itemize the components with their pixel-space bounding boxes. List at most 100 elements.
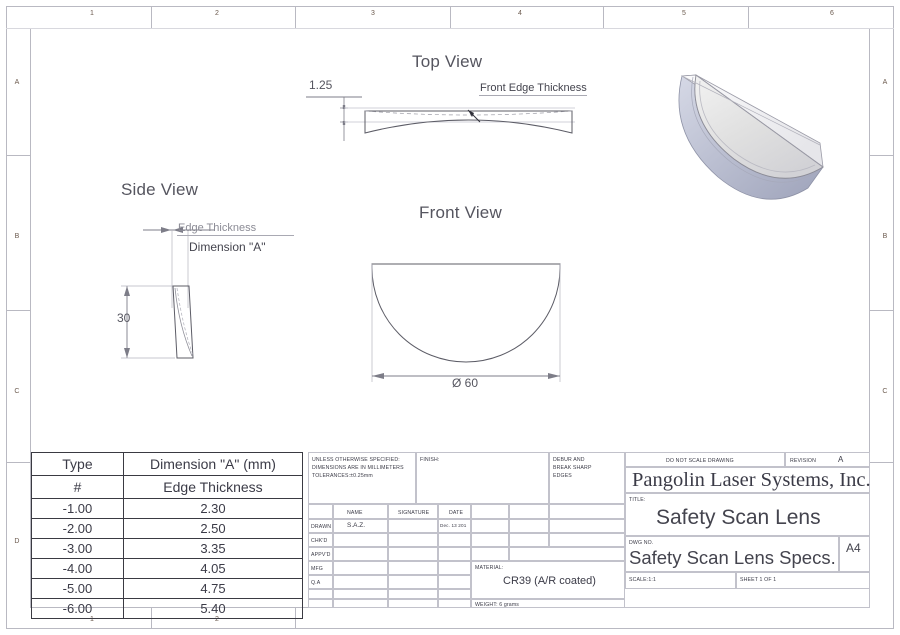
table-row: -5.00 4.75 — [31, 578, 304, 599]
drawn-name-value: S.A.Z. — [347, 522, 366, 529]
grid-row-chkd-date — [438, 533, 471, 547]
grid-row-chkd-name — [333, 533, 388, 547]
side-view-title: Side View — [121, 180, 199, 199]
grid-row-appvd-date — [438, 547, 471, 561]
table-row: -2.00 2.50 — [31, 518, 304, 539]
material-value: CR39 (A/R coated) — [503, 575, 596, 587]
edge-thickness-label: Edge Thickness — [178, 222, 257, 234]
side-view-height-dim: 30 — [117, 311, 131, 325]
drawn-date-value: Dec. 13 201 — [440, 523, 467, 528]
zone-right-b: B — [882, 233, 888, 240]
drawing-sheet: 1 2 3 4 5 6 1 2 A B C D A B C Top View 1… — [0, 0, 900, 635]
company-name: Pangolin Laser Systems, Inc. — [632, 469, 871, 491]
revision-value: A — [838, 455, 844, 464]
table-row: -6.00 5.40 — [31, 598, 304, 619]
table-header-dimension-a: Dimension "A" (mm) — [122, 452, 304, 476]
zone-right-c: C — [882, 388, 888, 395]
grid-row-chkd-blank-2 — [509, 533, 549, 547]
grid-header-name-label: NAME — [347, 510, 363, 516]
grid-row-empty-2c — [388, 599, 438, 608]
sheet-of-label: SHEET 1 OF 1 — [740, 577, 777, 583]
grid-row-chkd-signature — [388, 533, 438, 547]
dimension-a-label: Dimension "A" — [189, 240, 266, 254]
zone-tick-left-2 — [6, 310, 30, 311]
table-cell-value: 4.05 — [122, 558, 304, 579]
grid-row-empty-2b — [333, 599, 388, 608]
grid-row-drawn-blank-2 — [509, 519, 549, 533]
table-cell-type: -4.00 — [31, 558, 124, 579]
grid-row-drawn-label: DRAWN — [311, 524, 332, 530]
zone-left-b: B — [14, 233, 20, 240]
table-cell-value: 3.35 — [122, 538, 304, 559]
grid-row-drawn-blank-3 — [549, 519, 625, 533]
grid-row-empty-1c — [388, 589, 438, 599]
grid-row-empty-2d — [438, 599, 471, 608]
revision-label: REVISION — [790, 458, 816, 464]
table-cell-value: 4.75 — [122, 578, 304, 599]
zone-tick-top-3 — [450, 7, 451, 28]
grid-row-chkd-blank-1 — [471, 533, 509, 547]
table-header-type: Type — [31, 452, 124, 476]
zone-top-1: 1 — [89, 10, 95, 17]
zone-tick-right-2 — [870, 310, 894, 311]
front-view-diameter-dim: Ø 60 — [452, 376, 479, 390]
zone-top-3: 3 — [370, 10, 376, 17]
grid-row-drawn-signature — [388, 519, 438, 533]
debur-line-3: EDGES — [553, 473, 572, 479]
grid-row-appvd-name — [333, 547, 388, 561]
edge-thickness-underline — [177, 235, 294, 236]
table-cell-value: 5.40 — [122, 598, 304, 619]
zone-tick-right-3 — [870, 462, 894, 463]
zone-band-top-line — [6, 28, 894, 29]
grid-row-mfg-date — [438, 561, 471, 575]
table-row: -4.00 4.05 — [31, 558, 304, 579]
table-header-row: Type Dimension "A" (mm) — [31, 452, 304, 476]
grid-row-drawn-blank-1 — [471, 519, 509, 533]
zone-top-6: 6 — [829, 10, 835, 17]
grid-row-appvd-signature — [388, 547, 438, 561]
front-edge-thickness-label: Front Edge Thickness — [480, 82, 587, 94]
grid-row-empty-2a — [308, 599, 333, 608]
grid-corner-cell — [308, 504, 333, 519]
top-view-thickness-dim: 1.25 — [309, 78, 333, 92]
grid-header-date-label: DATE — [449, 510, 464, 516]
zone-right-a: A — [882, 79, 888, 86]
grid-row-chkd-label: CHK'D — [311, 538, 328, 544]
weight-value: WEIGHT: 6 grams — [475, 602, 520, 608]
specification-table: Type Dimension "A" (mm) # Edge Thickness… — [31, 452, 304, 619]
grid-row-chkd-blank-3 — [549, 533, 625, 547]
scale-label: SCALE:1:1 — [629, 577, 657, 583]
do-not-scale-label: DO NOT SCALE DRAWING — [666, 458, 734, 464]
zone-left-a: A — [14, 79, 20, 86]
drawing-title: Safety Scan Lens — [656, 506, 821, 529]
grid-row-mfg-name — [333, 561, 388, 575]
zone-left-c: C — [14, 388, 20, 395]
sheet-size-value: A4 — [846, 541, 861, 555]
dwg-no-label: DWG NO. — [629, 540, 654, 546]
grid-row-mfg-label: MFG — [311, 566, 323, 572]
zone-left-d: D — [14, 538, 20, 545]
zone-top-4: 4 — [517, 10, 523, 17]
zone-tick-right-1 — [870, 155, 894, 156]
grid-header-signature-label: SIGNATURE — [398, 510, 430, 516]
table-cell-type: -5.00 — [31, 578, 124, 599]
grid-row-qa-label: Q.A — [311, 580, 321, 586]
debur-line-1: DEBUR AND — [553, 457, 585, 463]
zone-top-2: 2 — [214, 10, 220, 17]
table-row: -1.00 2.30 — [31, 498, 304, 519]
grid-header-blank-2 — [509, 504, 549, 519]
table-subheader-row: # Edge Thickness — [31, 475, 304, 499]
zone-tick-left-3 — [6, 462, 30, 463]
table-cell-type: -3.00 — [31, 538, 124, 559]
zone-top-5: 5 — [681, 10, 687, 17]
zone-tick-left-1 — [6, 155, 30, 156]
front-edge-thickness-underline — [479, 95, 587, 96]
grid-header-blank-1 — [471, 504, 509, 519]
grid-row-mfg-signature — [388, 561, 438, 575]
table-subheader-edge-thickness: Edge Thickness — [122, 475, 304, 499]
grid-row-qa-name — [333, 575, 388, 589]
table-cell-type: -6.00 — [31, 598, 124, 619]
grid-header-blank-3 — [549, 504, 625, 519]
grid-row-empty-1a — [308, 589, 333, 599]
dwg-no-value: Safety Scan Lens Specs. — [629, 547, 836, 568]
